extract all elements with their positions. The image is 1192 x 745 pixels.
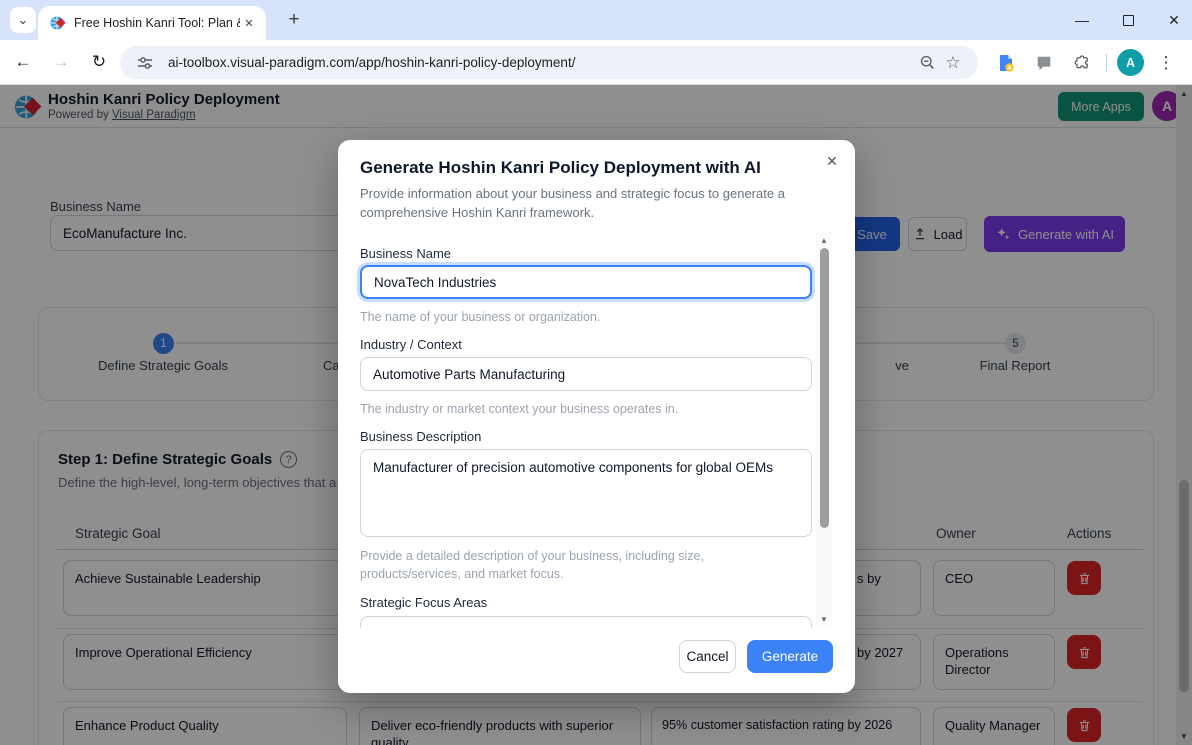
close-window-icon[interactable]: ✕ — [1166, 12, 1182, 28]
modal-description-textarea[interactable]: Manufacturer of precision automotive com… — [360, 449, 812, 537]
scroll-down-icon[interactable]: ▼ — [816, 615, 832, 624]
tab-close-icon[interactable]: ✕ — [240, 14, 258, 32]
chat-extension-icon[interactable] — [1030, 49, 1058, 77]
extensions-area: A ⋮ — [992, 46, 1178, 79]
cancel-button[interactable]: Cancel — [679, 640, 736, 673]
browser-menu-icon[interactable]: ⋮ — [1154, 53, 1178, 73]
field-label-business-name: Business Name — [360, 246, 452, 261]
modal-scrollbar-thumb[interactable] — [820, 248, 829, 528]
browser-tab[interactable]: Free Hoshin Kanri Tool: Plan & E ✕ — [38, 6, 266, 40]
modal-scrollbar[interactable]: ▲ ▼ — [816, 232, 832, 628]
modal-subtitle: Provide information about your business … — [360, 186, 785, 220]
generate-ai-modal: ✕ Generate Hoshin Kanri Policy Deploymen… — [338, 140, 855, 693]
reload-icon[interactable]: ↻ — [84, 47, 114, 77]
window-controls: — ✕ — [1074, 0, 1182, 40]
new-tab-button[interactable]: + — [282, 8, 306, 32]
back-icon[interactable]: ← — [8, 47, 38, 77]
generate-button[interactable]: Generate — [747, 640, 833, 673]
doc-extension-icon[interactable] — [992, 49, 1020, 77]
url-text[interactable]: ai-toolbox.visual-paradigm.com/app/hoshi… — [168, 55, 914, 70]
site-settings-icon[interactable] — [132, 50, 158, 76]
url-bar[interactable]: ai-toolbox.visual-paradigm.com/app/hoshi… — [120, 46, 978, 79]
forward-icon: → — [52, 52, 70, 71]
tab-title: Free Hoshin Kanri Tool: Plan & E — [74, 16, 240, 30]
browser-profile-avatar[interactable]: A — [1117, 49, 1144, 76]
field-help-industry: The industry or market context your busi… — [360, 402, 679, 416]
modal-focus-areas-input[interactable] — [360, 616, 812, 628]
maximize-icon[interactable] — [1120, 12, 1136, 28]
browser-tabstrip: ⌄ Free Hoshin Kanri Tool: Plan & E ✕ + —… — [0, 0, 1192, 40]
tab-list-chevron-button[interactable]: ⌄ — [10, 7, 36, 33]
modal-form: Business Name The name of your business … — [338, 232, 816, 628]
minimize-icon[interactable]: — — [1074, 12, 1090, 28]
modal-footer: Cancel Generate — [338, 638, 855, 693]
field-label-focus-areas: Strategic Focus Areas — [360, 595, 488, 610]
toolbar-separator — [1106, 53, 1107, 72]
screen: ⌄ Free Hoshin Kanri Tool: Plan & E ✕ + —… — [0, 0, 1192, 745]
scroll-up-icon[interactable]: ▲ — [816, 236, 832, 245]
site-favicon — [50, 16, 66, 30]
modal-title: Generate Hoshin Kanri Policy Deployment … — [360, 158, 761, 177]
field-label-industry: Industry / Context — [360, 337, 462, 352]
field-help-description: Provide a detailed description of your b… — [360, 549, 704, 581]
field-label-description: Business Description — [360, 429, 482, 444]
field-help-business-name: The name of your business or organizatio… — [360, 310, 601, 324]
browser-toolbar: ← → ↻ ai-toolbox.visual-paradigm.com/app… — [0, 40, 1192, 85]
modal-business-name-input[interactable] — [360, 265, 812, 299]
bookmark-star-icon[interactable]: ☆ — [940, 50, 966, 76]
modal-industry-input[interactable] — [360, 357, 812, 391]
chevron-down-icon: ⌄ — [17, 12, 29, 27]
extensions-puzzle-icon[interactable] — [1068, 49, 1096, 77]
zoom-icon[interactable] — [914, 50, 940, 76]
modal-close-icon[interactable]: ✕ — [823, 152, 841, 170]
